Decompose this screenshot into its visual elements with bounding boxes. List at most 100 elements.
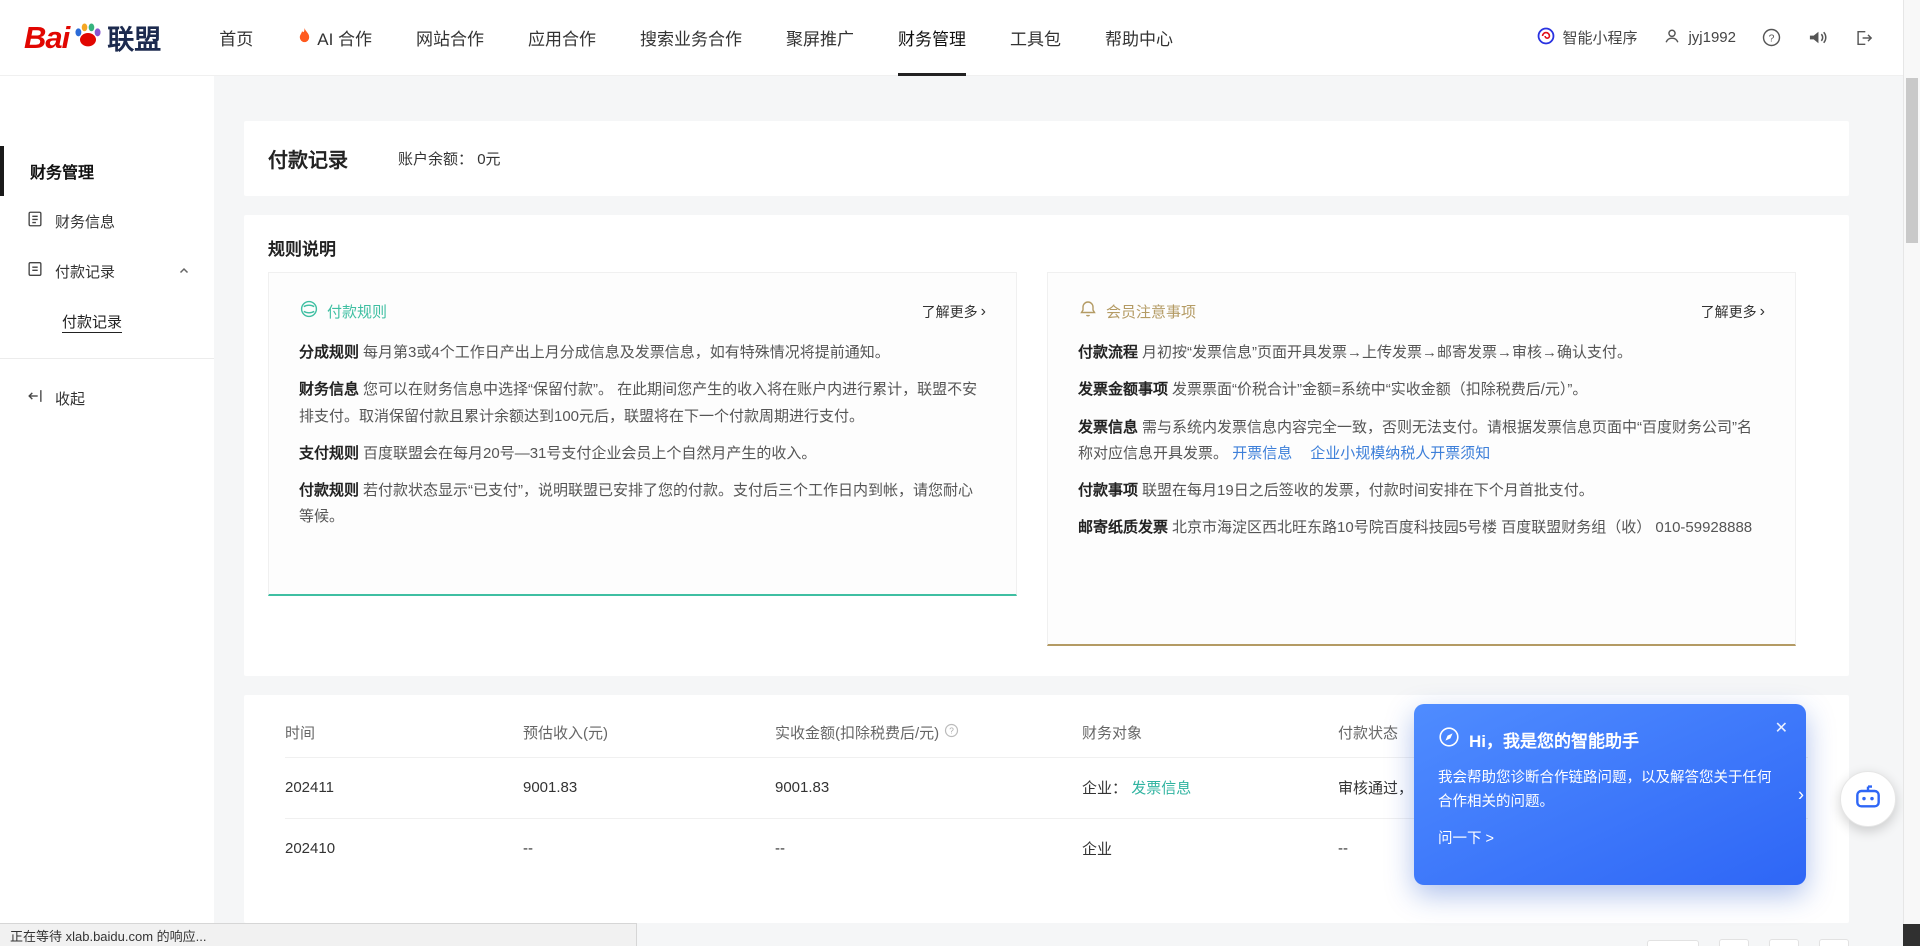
column-help-icon[interactable]: ? [944, 723, 959, 742]
chevron-up-icon [178, 265, 190, 277]
cell-estimated: -- [523, 818, 775, 879]
chevron-right-icon: › [1760, 304, 1765, 320]
help-icon[interactable]: ? [1762, 28, 1781, 47]
rule-item: 发票金额事项发票票面“价税合计”金额=系统中“实收金额（扣除税费后/元）”。 [1078, 377, 1765, 403]
flame-icon [297, 27, 312, 49]
rule-item: 分成规则每月第3或4个工作日产出上月分成信息及发票信息，如有特殊情况将提前通知。 [299, 340, 986, 366]
rule-item: 付款事项联盟在每月19日之后签收的发票，付款时间安排在下个月首批支付。 [1078, 478, 1765, 504]
col-finance-target: 财务对象 [1082, 709, 1338, 757]
paw-icon [72, 19, 104, 56]
mini-program-link[interactable]: 智能小程序 [1537, 27, 1637, 49]
sidebar: 财务管理 财务信息 付款记录 付款记录 收起 [0, 76, 214, 946]
logo-text-bai: Bai [24, 20, 69, 56]
assistant-header: Hi，我是您的智能助手 [1438, 726, 1782, 753]
finance-info-icon [26, 210, 44, 232]
logout-icon[interactable] [1854, 29, 1873, 47]
cell-time: 202411 [285, 757, 523, 818]
status-text: 正在等待 xlab.baidu.com 的响应... [10, 926, 207, 945]
payment-rules-panel: 付款规则 了解更多 › 分成规则每月第3或4个工作日产出上月分成信息及发票信息，… [268, 272, 1017, 596]
per-page-select[interactable]: 30 ∨ [1647, 940, 1699, 946]
nav-item-screen-promo[interactable]: 聚屏推广 [786, 0, 854, 76]
sidebar-item-finance-info[interactable]: 财务信息 [0, 196, 214, 246]
cell-time: 202410 [285, 818, 523, 879]
username: jyj1992 [1688, 29, 1736, 46]
rules-card: 规则说明 付款规则 了解更多 › 分成规则每月第3或4个工作日产出上月分成信息及… [244, 215, 1849, 676]
payment-rules-title: 付款规则 [327, 301, 387, 322]
payment-rules-more-link[interactable]: 了解更多 › [922, 302, 986, 322]
svg-text:?: ? [1769, 33, 1775, 44]
cell-actual: 9001.83 [775, 757, 1082, 818]
nav-item-search-coop[interactable]: 搜索业务合作 [640, 0, 742, 76]
prev-page-button[interactable]: ‹ [1769, 939, 1799, 946]
user-icon [1663, 27, 1681, 49]
nav-item-app-coop[interactable]: 应用合作 [528, 0, 596, 76]
close-icon[interactable]: ✕ [1775, 718, 1788, 738]
scrollbar-corner [1903, 924, 1920, 946]
col-time: 时间 [285, 709, 523, 757]
cell-target: 企业 [1082, 818, 1338, 879]
rules-title: 规则说明 [268, 235, 1825, 260]
rule-item: 付款规则若付款状态显示“已支付”，说明联盟已安排了您的付款。支付后三个工作日内到… [299, 478, 986, 531]
nav-item-website-coop[interactable]: 网站合作 [416, 0, 484, 76]
member-notes-title: 会员注意事项 [1106, 301, 1196, 322]
nav-item-help-center[interactable]: 帮助中心 [1105, 0, 1173, 76]
cell-actual: -- [775, 818, 1082, 879]
payment-record-icon [26, 260, 44, 282]
payment-rules-head: 付款规则 了解更多 › [299, 299, 986, 324]
col-estimated-income: 预估收入(元) [523, 709, 775, 757]
account-balance: 账户余额： 0元 [398, 148, 501, 169]
nav-item-toolkit[interactable]: 工具包 [1010, 0, 1061, 76]
speaker-icon[interactable] [1807, 28, 1828, 47]
compass-icon [1438, 726, 1460, 753]
assistant-collapse-chevron[interactable]: › [1798, 784, 1804, 805]
page-header-card: 付款记录 账户余额： 0元 [244, 121, 1849, 196]
sidebar-item-finance-management[interactable]: 财务管理 [0, 146, 214, 196]
user-account[interactable]: jyj1992 [1663, 27, 1736, 49]
rules-panels: 付款规则 了解更多 › 分成规则每月第3或4个工作日产出上月分成信息及发票信息，… [268, 272, 1825, 646]
col-actual-amount: 实收金额(扣除税费后/元) ? [775, 709, 1082, 757]
payment-rules-icon [299, 299, 319, 324]
screen: Bai 联盟 首页 AI 合作 网站合作 应用合作 [0, 0, 1920, 946]
page-number-button[interactable]: 1 [1719, 939, 1749, 946]
rule-item: 发票信息需与系统内发票信息内容完全一致，否则无法支付。请根据发票信息页面中“百度… [1078, 415, 1765, 468]
assistant-title: Hi，我是您的智能助手 [1469, 727, 1639, 752]
nav-item-home[interactable]: 首页 [219, 0, 253, 76]
browser-status-bar: 正在等待 xlab.baidu.com 的响应... [0, 923, 637, 946]
baidu-union-logo[interactable]: Bai 联盟 [24, 18, 161, 57]
logo-text-union: 联盟 [107, 18, 161, 57]
scrollbar[interactable] [1903, 0, 1920, 946]
nav-item-finance[interactable]: 财务管理 [898, 0, 966, 76]
small-taxpayer-notice-link[interactable]: 企业小规模纳税人开票须知 [1310, 445, 1490, 462]
balance-label: 账户余额： [398, 151, 473, 168]
nav-item-ai-coop[interactable]: AI 合作 [297, 0, 372, 76]
collapse-icon [26, 387, 44, 409]
cell-target: 企业： 发票信息 [1082, 757, 1338, 818]
next-page-button[interactable]: › [1819, 939, 1849, 946]
assistant-robot-button[interactable] [1840, 771, 1896, 827]
assistant-popup: Hi，我是您的智能助手 ✕ 我会帮助您诊断合作链路问题，以及解答您关于任何合作相… [1414, 704, 1806, 885]
top-nav: Bai 联盟 首页 AI 合作 网站合作 应用合作 [0, 0, 1903, 76]
assistant-message: 我会帮助您诊断合作链路问题，以及解答您关于任何合作相关的问题。 [1438, 767, 1774, 815]
cell-estimated: 9001.83 [523, 757, 775, 818]
assistant-ask-link[interactable]: 问一下 > [1438, 827, 1782, 848]
main-nav: 首页 AI 合作 网站合作 应用合作 搜索业务合作 聚屏推广 财务管理 工具包 … [219, 0, 1173, 76]
chevron-right-icon: › [981, 304, 986, 320]
rule-item: 财务信息您可以在财务信息中选择“保留付款”。 在此期间您产生的收入将在账户内进行… [299, 377, 986, 430]
member-notes-head: 会员注意事项 了解更多 › [1078, 299, 1765, 324]
sidebar-divider [0, 358, 214, 359]
invoice-info-table-link[interactable]: 发票信息 [1131, 780, 1191, 797]
balance-value: 0元 [477, 151, 500, 168]
rule-item: 付款流程月初按“发票信息”页面开具发票→上传发票→邮寄发票→审核→确认支付。 [1078, 340, 1765, 366]
member-notes-icon [1078, 299, 1098, 324]
sidebar-collapse-button[interactable]: 收起 [0, 375, 214, 421]
svg-text:?: ? [949, 727, 954, 736]
mini-program-icon [1537, 27, 1555, 49]
robot-icon [1852, 781, 1884, 818]
rule-item: 邮寄纸质发票北京市海淀区西北旺东路10号院百度科技园5号楼 百度联盟财务组（收）… [1078, 515, 1765, 541]
invoice-info-link[interactable]: 开票信息 [1232, 445, 1292, 462]
sidebar-item-payment-records[interactable]: 付款记录 [0, 246, 214, 296]
sidebar-subitem-payment-records[interactable]: 付款记录 [0, 296, 214, 346]
member-notes-more-link[interactable]: 了解更多 › [1701, 302, 1765, 322]
scrollbar-thumb[interactable] [1906, 78, 1918, 243]
rule-item: 支付规则百度联盟会在每月20号—31号支付企业会员上个自然月产生的收入。 [299, 441, 986, 467]
